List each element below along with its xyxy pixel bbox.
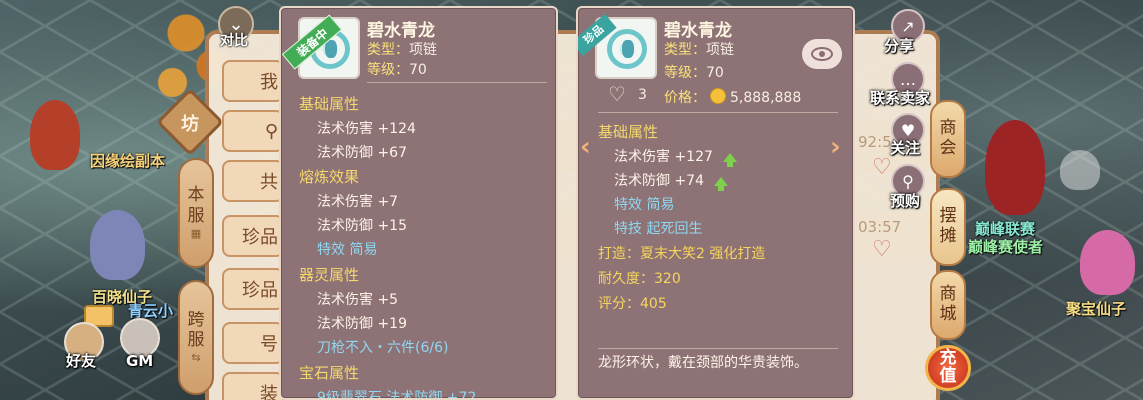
durability: 耐久度：320 [598,271,681,287]
spirit-attr-line: 法术防御 +19 [317,316,407,332]
dragon-necklace-icon [607,29,647,69]
item-price: 价格： 5,888,888 [664,88,802,106]
item-description: 龙形环状，戴在颈部的华贵装饰。 [598,355,808,371]
gem-attr-line: 9级翡翠石 法术防御 +72 [317,390,477,400]
npc-jubao-figure-2 [1060,150,1100,190]
scene-label-story: 因缘绘副本 [90,152,166,170]
cross-server-char: 服 [187,330,205,351]
npc-envoy-figure [985,120,1045,215]
shop-row-heart-icon[interactable]: ♡ [872,155,892,180]
special-effect: 特效 简易 [614,197,675,213]
npc-fairy-figure [90,210,145,280]
forge-info: 打造：夏末大笑2 强化打造 [598,246,766,262]
item-type: 类型：项链 [367,42,437,58]
shop-emblem-label: 坊 [181,114,199,135]
this-server-tab[interactable]: 本 服 ▦ [178,158,214,268]
this-server-char: 服 [187,205,205,226]
contact-seller-label: 联系卖家 [870,89,931,107]
equipped-item-tooltip: 装备中 碧水青龙 类型：项链 等级：70 基础属性 法术伤害 +124 法术防御… [279,6,558,400]
recharge-button[interactable]: 充 值 [925,345,971,391]
scene-label-peak-envoy: 巅峰赛使者 [968,238,1044,256]
special-skill: 特技 起死回生 [614,221,703,237]
smelt-attr-line: 法术伤害 +7 [317,194,399,210]
share-icon: ↗ [901,16,915,36]
like-count: 3 [638,87,647,103]
mall-char: 商 [939,284,957,305]
share-label: 分享 [884,37,915,55]
shop-tab-rare-1[interactable]: 珍品 [222,215,284,257]
swap-icon: ⇆ [191,351,201,365]
cross-server-char: 跨 [187,309,205,330]
smelt-special-effect: 特效 简易 [317,242,378,258]
divider [598,112,838,113]
heart-icon[interactable]: ♡ [608,82,626,106]
item-level: 等级：70 [664,65,724,81]
up-arrow-icon [722,152,737,167]
contact-seller-icon: … [900,69,916,89]
shop-row-heart-icon[interactable]: ♡ [872,237,892,262]
cross-server-tab[interactable]: 跨 服 ⇆ [178,280,214,395]
shop-tab-equipment[interactable]: 装 [222,372,284,400]
eye-icon [811,47,833,61]
section-smelt-effects: 熔炼效果 [299,168,360,186]
view-button[interactable] [802,39,842,69]
trade-guild-char: 商 [939,118,957,139]
npc-jubao-figure [1080,230,1135,295]
preorder-icon: ⚲ [902,171,914,191]
score: 评分：405 [598,296,667,312]
stall-char: 摆 [939,206,957,227]
recharge-char: 值 [939,366,957,386]
item-name: 碧水青龙 [664,21,732,41]
follow-label: 关注 [890,139,921,157]
item-level: 等级：70 [367,62,427,78]
compare-label: 对比 [220,33,248,49]
stall-char: 摊 [939,226,957,246]
shop-search-tab[interactable]: ⚲ [222,110,284,152]
market-item-tooltip: 珍品 碧水青龙 类型：项链 等级：70 ♡ 3 价格： 5,888,888 ‹ ›… [576,6,855,400]
smelt-attr-line: 法术防御 +15 [317,218,407,234]
section-base-attrs: 基础属性 [299,95,360,113]
trade-guild-tab[interactable]: 商 会 [930,100,966,178]
shop-tab-mine[interactable]: 我 [222,60,284,102]
search-icon: ⚲ [264,120,278,142]
shop-tab-rare-2[interactable]: 珍品 [222,268,284,310]
up-arrow-icon [714,176,728,191]
divider [598,348,838,349]
spirit-set-bonus: 刀枪不入・六件(6/6) [317,340,449,356]
divider [367,82,547,83]
trade-guild-char: 会 [939,138,957,158]
preorder-label: 预购 [890,192,921,210]
chevron-right-icon[interactable]: › [830,132,841,162]
section-spirit-attrs: 器灵属性 [299,266,360,284]
base-attr-line: 法术伤害 +127 [614,146,737,167]
friends-label: 好友 [66,352,97,370]
mall-char: 城 [939,304,957,324]
item-name: 碧水青龙 [367,21,435,41]
scene-label-jubao: 聚宝仙子 [1066,300,1127,318]
base-attr-line: 法术伤害 +124 [317,121,416,137]
mall-tab[interactable]: 商 城 [930,270,966,340]
chevron-left-icon[interactable]: ‹ [580,132,591,162]
section-base-attrs: 基础属性 [598,123,659,141]
stall-tab[interactable]: 摆 摊 [930,188,966,266]
base-attr-line: 法术防御 +67 [317,145,407,161]
shop-tab-public[interactable]: 共 [222,160,284,202]
spirit-attr-line: 法术伤害 +5 [317,292,399,308]
this-server-char: 本 [187,185,205,206]
grid-icon: ▦ [190,226,202,240]
shop-row-timer: 03:57 [858,218,902,236]
npc-story-figure [30,100,80,170]
item-type: 类型：项链 [664,42,734,58]
gm-label: GM [126,352,154,370]
section-gem-attrs: 宝石属性 [299,364,360,382]
base-attr-line: 法术防御 +74 [614,170,728,191]
shop-tab-account[interactable]: 号 [222,322,284,364]
coin-icon [710,88,726,104]
